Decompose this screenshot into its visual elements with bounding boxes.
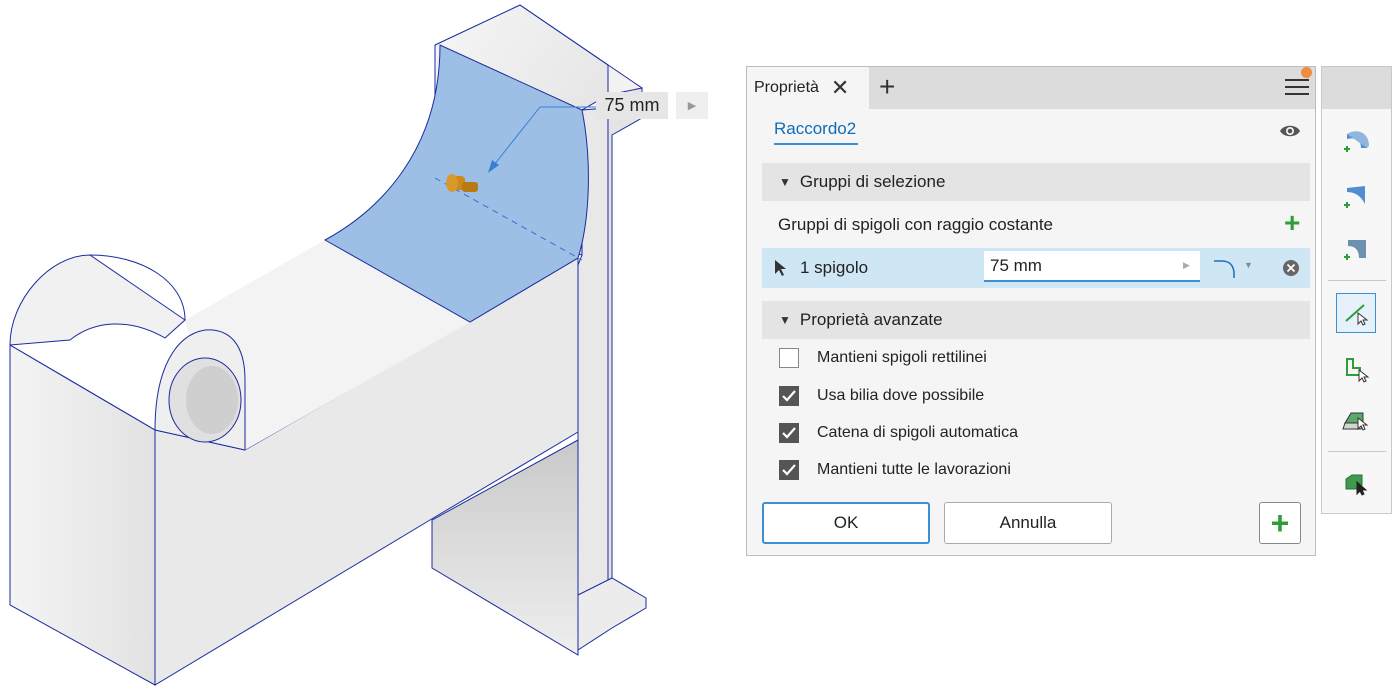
cancel-button[interactable]: Annulla (944, 502, 1112, 544)
close-icon[interactable]: ✕ (831, 77, 849, 99)
checkbox[interactable] (779, 423, 799, 443)
option-label: Mantieni tutte le lavorazioni (817, 461, 1011, 478)
option-label: Usa bilia dove possibile (817, 387, 985, 404)
apply-add-button[interactable]: + (1259, 502, 1301, 544)
option-row[interactable]: Mantieni tutte le lavorazioni (779, 460, 1011, 480)
edge-group-label: Gruppi di spigoli con raggio costante (778, 215, 1053, 234)
tab-properties[interactable]: Proprietà ✕ (747, 67, 869, 109)
feature-select-icon[interactable] (1336, 399, 1376, 439)
loop-select-icon[interactable] (1336, 349, 1376, 389)
chevron-down-icon[interactable]: ▼ (1244, 260, 1253, 270)
fillet-type-icon[interactable] (1212, 256, 1238, 280)
toolbar-header (1322, 67, 1391, 109)
remove-icon[interactable] (1282, 259, 1300, 277)
checkmark-icon (782, 390, 796, 402)
edge-count-label: 1 spigolo (800, 258, 869, 277)
notification-dot (1301, 67, 1312, 78)
radius-expand-icon[interactable]: ▶ (1183, 260, 1190, 271)
edge-select-icon[interactable] (1336, 293, 1376, 333)
collapse-triangle-icon: ▼ (779, 313, 791, 327)
fillet-mini-toolbar (1321, 66, 1392, 514)
tab-label: Proprietà (754, 79, 819, 96)
checkbox[interactable] (779, 460, 799, 480)
plus-icon[interactable]: + (879, 73, 895, 101)
column-flange (607, 87, 643, 612)
option-row[interactable]: Mantieni spigoli rettilinei (779, 348, 987, 368)
constant-fillet-icon[interactable] (1336, 121, 1376, 161)
dimension-value[interactable]: 75 mm (596, 92, 668, 119)
radius-input[interactable] (984, 251, 1200, 282)
option-label: Mantieni spigoli rettilinei (817, 349, 987, 366)
properties-panel: Proprietà ✕ + Raccordo2 ▼ Gruppi di sele… (746, 66, 1316, 556)
dimension-expand-icon[interactable]: ▶ (676, 92, 708, 119)
checkmark-icon (782, 464, 796, 476)
collapse-triangle-icon: ▼ (779, 175, 791, 189)
checkmark-icon (782, 427, 796, 439)
add-edge-group-icon[interactable]: + (1284, 209, 1300, 237)
ok-button[interactable]: OK (762, 502, 930, 544)
checkbox[interactable] (779, 386, 799, 406)
plus-icon: + (1270, 505, 1290, 541)
eye-icon[interactable] (1279, 123, 1301, 139)
option-label: Catena di spigoli automatica (817, 424, 1019, 441)
setback-fillet-icon[interactable] (1336, 229, 1376, 269)
section-title: Gruppi di selezione (799, 172, 946, 191)
checkbox[interactable] (779, 348, 799, 368)
menu-icon[interactable] (1285, 79, 1309, 101)
tab-bar: Proprietà ✕ + (747, 67, 1315, 109)
section-title: Proprietà avanzate (799, 310, 943, 329)
option-row[interactable]: Catena di spigoli automatica (779, 423, 1018, 443)
option-row[interactable]: Usa bilia dove possibile (779, 386, 984, 406)
solid-select-icon[interactable] (1336, 463, 1376, 503)
section-selection-groups[interactable]: ▼ Gruppi di selezione (762, 163, 1310, 201)
edge-set-row[interactable]: 1 spigolo ▶ ▼ (762, 248, 1310, 288)
body-front (9, 344, 156, 686)
variable-fillet-icon[interactable] (1336, 177, 1376, 217)
cursor-icon (775, 260, 786, 276)
feature-name[interactable]: Raccordo2 (774, 119, 859, 145)
model-viewport[interactable]: 75 mm ▶ (0, 0, 720, 686)
boss-top (9, 254, 186, 346)
section-advanced-properties[interactable]: ▼ Proprietà avanzate (762, 301, 1310, 339)
